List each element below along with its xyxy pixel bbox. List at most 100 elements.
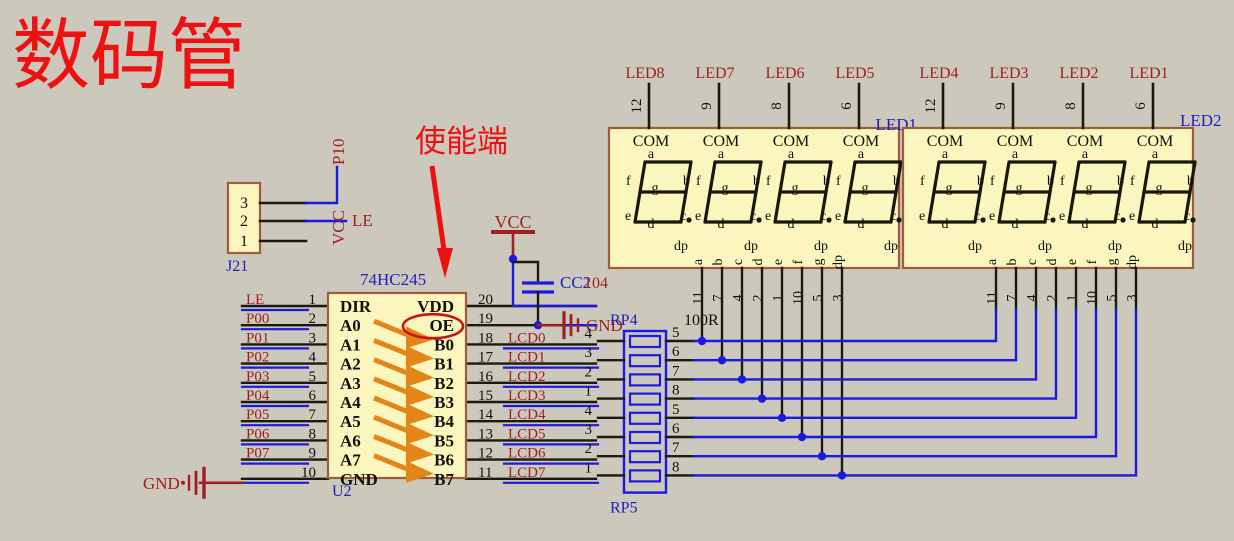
segment-label-e: e	[919, 209, 925, 224]
segment-label-f: f	[696, 174, 701, 189]
segment-pin-label: g	[811, 259, 826, 266]
com-pin-number: 9	[699, 102, 715, 110]
chip-right-pin-number: 17	[478, 350, 494, 366]
chip-left-pin-number: 2	[309, 311, 317, 327]
segment-pin-label: a	[985, 258, 1000, 265]
segment-label-d: d	[858, 217, 865, 232]
chip-right-pin-number: 20	[478, 292, 493, 308]
chip-left-pin-number: 7	[309, 407, 317, 423]
chip-pin-name-right: OE	[429, 316, 454, 335]
segment-pin-label: b	[1005, 259, 1020, 266]
segment-pin-number: 7	[1005, 295, 1020, 302]
segment-label-dp: dp	[1178, 239, 1192, 254]
segment-label-e: e	[695, 209, 701, 224]
segment-pin-number: 5	[811, 295, 826, 302]
com-pin-number: 8	[1063, 102, 1079, 110]
segment-pin-number: 3	[1125, 295, 1140, 302]
chip-pin-name-right: B4	[434, 412, 454, 431]
digit-label: LED2	[1059, 65, 1098, 82]
segment-label-b: b	[977, 174, 984, 189]
segment-label-e: e	[1059, 209, 1065, 224]
resistor-left-pin-number: 2	[585, 364, 593, 380]
segment-label-d: d	[788, 217, 795, 232]
segment-pin-label: c	[1025, 259, 1040, 265]
digit-label: LED5	[835, 65, 874, 82]
display-module-designator: LED2	[1180, 111, 1222, 130]
segment-dp-dot	[1120, 217, 1126, 223]
resistor-left-pin-number: 4	[585, 403, 593, 419]
chip-right-pin-number: 14	[478, 407, 494, 423]
segment-label-d: d	[648, 217, 655, 232]
segment-label-a: a	[788, 147, 795, 162]
segment-label-g: g	[722, 181, 729, 196]
segment-label-b: b	[1117, 174, 1124, 189]
segment-label-g: g	[652, 181, 659, 196]
chip-left-net-label: LE	[246, 292, 264, 308]
chip-right-net-label: LCD5	[508, 426, 546, 442]
segment-label-g: g	[792, 181, 799, 196]
bus-junction	[717, 356, 727, 365]
segment-pin-number: 10	[1085, 291, 1100, 305]
chip-right-pin-number: 11	[478, 465, 492, 481]
segment-label-e: e	[625, 209, 631, 224]
segment-label-g: g	[1156, 181, 1163, 196]
chip-left-net-label: P01	[246, 330, 269, 346]
segment-pin-number: 3	[831, 295, 846, 302]
segment-pin-number: 4	[1025, 295, 1040, 302]
chip-left-pin-number: 9	[309, 446, 317, 462]
segment-pin-number: 4	[731, 295, 746, 302]
segment-label-f: f	[990, 174, 995, 189]
segment-label-dp: dp	[744, 239, 758, 254]
segment-label-g: g	[1086, 181, 1093, 196]
segment-label-b: b	[683, 174, 690, 189]
segment-pin-number: 1	[771, 295, 786, 302]
com-pin-number: 9	[993, 102, 1009, 110]
resistor-right-pin-number: 8	[672, 459, 680, 475]
segment-pin-number: 11	[985, 291, 1000, 304]
chip-left-net-label: P04	[246, 388, 270, 404]
segment-label-d: d	[1082, 217, 1089, 232]
connector-designator: J21	[226, 258, 248, 275]
segment-pin-label: dp	[831, 255, 846, 269]
segment-label-a: a	[648, 147, 655, 162]
chip-left-pin-number: 10	[301, 465, 316, 481]
com-pin-number: 6	[1133, 102, 1149, 110]
segment-label-d: d	[1012, 217, 1019, 232]
com-pin-number: 12	[629, 99, 645, 114]
resistor-left-pin-number: 4	[585, 326, 593, 342]
segment-dp-dot	[826, 217, 832, 223]
segment-label-b: b	[753, 174, 760, 189]
segment-label-b: b	[1047, 174, 1054, 189]
segment-pin-label: c	[731, 259, 746, 265]
segment-dp-dot	[686, 217, 692, 223]
segment-label-f: f	[1060, 174, 1065, 189]
chip-left-pin-number: 1	[309, 292, 317, 308]
chip-left-net-label: P07	[246, 446, 270, 462]
chip-designator: U2	[332, 483, 352, 500]
segment-pin-number: 2	[751, 295, 766, 302]
segment-pin-label: f	[1085, 259, 1100, 264]
segment-pin-number: 5	[1105, 295, 1120, 302]
resistor-right-pin-number: 6	[672, 421, 680, 437]
segment-label-c: c	[974, 209, 980, 224]
segment-label-b: b	[823, 174, 830, 189]
bus-junction	[697, 336, 707, 346]
com-pin-number: 6	[839, 102, 855, 110]
segment-label-b: b	[893, 174, 900, 189]
page-title: 数码管	[12, 11, 246, 101]
resistor-right-pin-number: 7	[672, 363, 680, 379]
chip-left-pin-number: 4	[309, 350, 317, 366]
connector-pin-number: 1	[240, 233, 248, 250]
segment-label-c: c	[750, 209, 756, 224]
chip-right-pin-number: 15	[478, 388, 493, 404]
chip-right-pin-number: 19	[478, 311, 493, 327]
segment-pin-number: 2	[1045, 295, 1060, 302]
resistor-pack-rp4-designator: RP4	[610, 312, 638, 329]
segment-label-dp: dp	[884, 239, 898, 254]
segment-label-g: g	[946, 181, 953, 196]
segment-label-a: a	[1012, 147, 1019, 162]
chip-left-pin-number: 6	[309, 388, 317, 404]
chip-right-net-label: LCD6	[508, 446, 546, 462]
segment-label-e: e	[835, 209, 841, 224]
segment-label-g: g	[1016, 181, 1023, 196]
